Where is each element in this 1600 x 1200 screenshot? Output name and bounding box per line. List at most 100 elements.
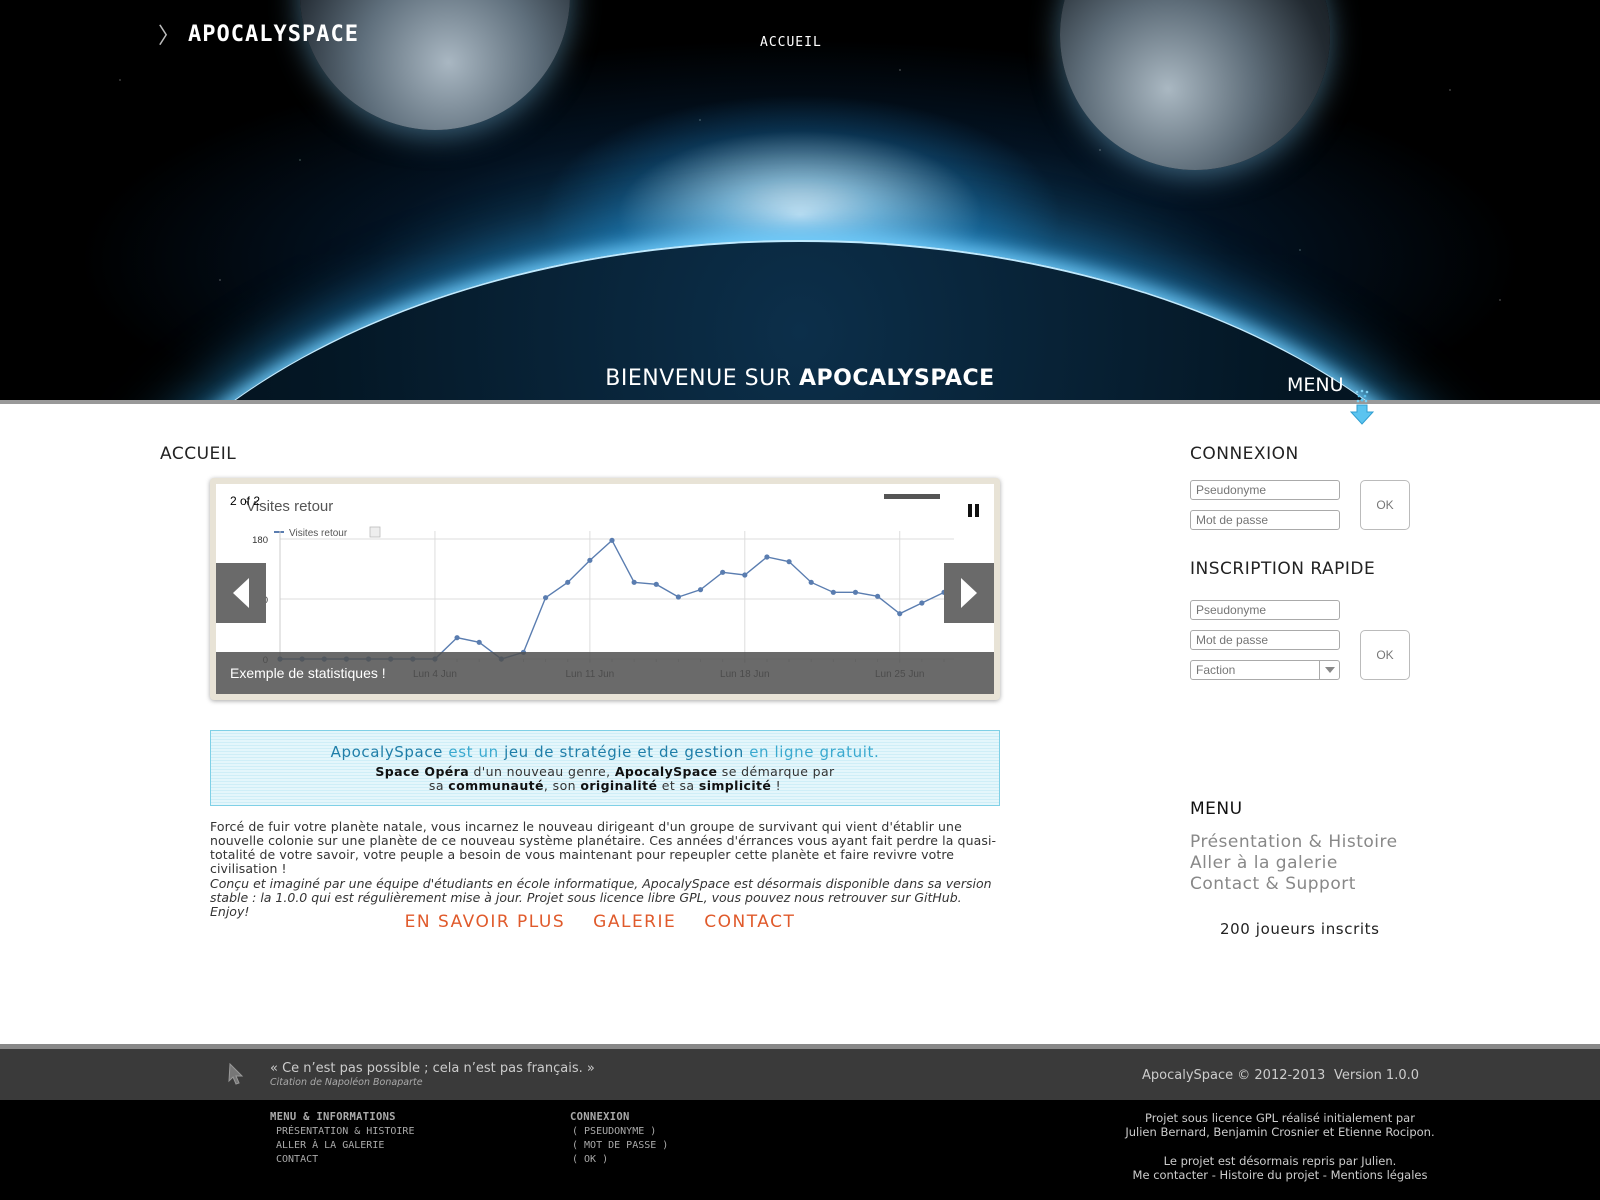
pitch-and: et sa (661, 778, 695, 793)
footer-license-line-1: Projet sous licence GPL réalisé initiale… (1145, 1111, 1415, 1125)
cursor-icon (228, 1062, 244, 1085)
welcome-prefix: BIENVENUE SUR (605, 366, 792, 391)
series-line (280, 539, 945, 660)
pitch-stands-out: se démarque par (721, 764, 835, 779)
pitch-simplicity: simplicité (698, 778, 772, 793)
data-point (919, 600, 925, 606)
slider-frame: Visites retourVisites retour090180Lun 4 … (216, 484, 994, 694)
arrow-left-icon (233, 578, 249, 608)
chevron-down-icon (1319, 661, 1339, 679)
pitch-headline: ApocalySpace est un jeu de stratégie et … (211, 743, 999, 761)
slide-progress-bar (884, 494, 940, 499)
data-point (653, 581, 659, 587)
side-menu-contact-link[interactable]: Contact & Support (1190, 874, 1356, 894)
data-point (675, 594, 681, 600)
pause-icon-bar (975, 504, 979, 517)
data-point (808, 579, 814, 585)
faction-select[interactable]: Faction (1190, 660, 1340, 680)
data-point (786, 559, 792, 565)
footer-password-link[interactable]: ( Mot de passe ) (572, 1140, 668, 1151)
footer-links: Me contacter - Histoire du projet - Ment… (1120, 1168, 1440, 1182)
data-point (875, 593, 881, 599)
footer-takeover: Le projet est désormais repris par Julie… (1163, 1154, 1397, 1168)
site-logo[interactable]: 〉 APOCALYSPACE (158, 18, 359, 50)
footer-history-link[interactable]: Histoire du projet (1220, 1168, 1320, 1182)
pitch-its-2: , son (543, 778, 576, 793)
footer-username-link[interactable]: ( Pseudonyme ) (572, 1126, 656, 1137)
pitch-line-2: Space Opéra d'un nouveau genre, ApocalyS… (211, 765, 999, 779)
data-point (742, 572, 748, 578)
welcome-banner: BIENVENUE SUR APOCALYSPACE (0, 366, 1600, 391)
footer-col1-title: Menu & Informations (270, 1111, 396, 1123)
data-point (587, 557, 593, 563)
signup-title: INSCRIPTION RAPIDE (1190, 559, 1376, 579)
pitch-is: est un (448, 743, 499, 761)
footer-quote-source: Citation de Napoléon Bonaparte (270, 1077, 423, 1088)
pitch-new-genre: d'un nouveau genre, (473, 764, 611, 779)
cta-learn-more-link[interactable]: EN SAVOIR PLUS (405, 912, 566, 932)
data-point (543, 595, 549, 601)
stats-slider: Visites retourVisites retour090180Lun 4 … (210, 478, 1000, 700)
slide-counter: 2 of 2 (230, 494, 261, 508)
login-username-input[interactable] (1190, 480, 1340, 500)
login-ok-button[interactable]: OK (1360, 480, 1410, 530)
footer-quote: « Ce n’est pas possible ; cela n’est pas… (270, 1061, 595, 1076)
pitch-genre: jeu de stratégie et de gestion (504, 743, 744, 761)
pitch-community: communauté (448, 778, 544, 793)
footer-link-sep: - (1208, 1168, 1220, 1182)
footer-contact-me-link[interactable]: Me contacter (1133, 1168, 1209, 1182)
y-tick-label: 180 (252, 535, 268, 546)
nav-home-link[interactable]: ACCUEIL (760, 35, 822, 50)
signup-ok-button[interactable]: OK (1360, 630, 1410, 680)
footer-col2-title: Connexion (570, 1111, 630, 1123)
footer-copyright: ApocalySpace © 2012-2013 (1142, 1068, 1326, 1083)
data-point (830, 589, 836, 595)
pause-icon (968, 504, 972, 517)
footer-gallery-link[interactable]: Aller à la galerie (276, 1140, 384, 1151)
footer-link-sep: - (1319, 1168, 1331, 1182)
login-title: CONNEXION (1190, 444, 1299, 464)
side-menu-gallery-link[interactable]: Aller à la galerie (1190, 853, 1338, 873)
registered-players-count: 200 joueurs inscrits (1220, 920, 1380, 938)
footer-presentation-link[interactable]: Présentation & Histoire (276, 1126, 414, 1137)
cta-contact-link[interactable]: CONTACT (704, 912, 795, 932)
footer-license-line-2: Julien Bernard, Benjamin Crosnier et Eti… (1125, 1125, 1435, 1139)
slider-next-button[interactable] (944, 563, 994, 623)
data-point (609, 537, 615, 543)
footer-contact-link[interactable]: Contact (276, 1154, 318, 1165)
pitch-brand-2: ApocalySpace (614, 764, 718, 779)
cta-gallery-link[interactable]: GALERIE (593, 912, 676, 932)
menu-toggle-label[interactable]: MENU (1287, 374, 1344, 396)
brand-name: APOCALYSPACE (188, 21, 359, 47)
legend-label: Visites retour (289, 528, 348, 539)
pitch-suffix: en ligne gratuit. (749, 743, 880, 761)
game-pitch-box: ApocalySpace est un jeu de stratégie et … (210, 730, 1000, 806)
side-menu-title: MENU (1190, 799, 1243, 819)
cta-links: EN SAVOIR PLUS GALERIE CONTACT (0, 912, 1200, 932)
pause-button[interactable] (968, 504, 984, 520)
signup-username-input[interactable] (1190, 600, 1340, 620)
data-point (897, 611, 903, 617)
arrow-right-icon (961, 578, 977, 608)
data-point (764, 554, 770, 560)
signup-password-input[interactable] (1190, 630, 1340, 650)
intro-paragraph: Forcé de fuir votre planète natale, vous… (210, 819, 997, 876)
slide-caption: Exemple de statistiques ! (216, 652, 994, 694)
side-menu-presentation-link[interactable]: Présentation & Histoire (1190, 832, 1398, 852)
slider-prev-button[interactable] (216, 563, 266, 623)
data-point (852, 589, 859, 595)
pitch-bang: ! (775, 778, 782, 793)
legend-note-icon (369, 526, 381, 538)
footer-legal-link[interactable]: Mentions légales (1331, 1168, 1428, 1182)
page-title: ACCUEIL (160, 444, 237, 464)
data-point (720, 569, 726, 575)
data-point (454, 635, 460, 641)
arrow-down-icon[interactable] (1350, 389, 1374, 425)
data-point (631, 579, 637, 585)
welcome-brand: APOCALYSPACE (799, 366, 995, 391)
chevron-right-icon: 〉 (158, 24, 181, 49)
data-point (565, 579, 571, 585)
pitch-space-opera: Space Opéra (375, 764, 470, 779)
footer-ok-link[interactable]: ( OK ) (572, 1154, 608, 1165)
login-password-input[interactable] (1190, 510, 1340, 530)
